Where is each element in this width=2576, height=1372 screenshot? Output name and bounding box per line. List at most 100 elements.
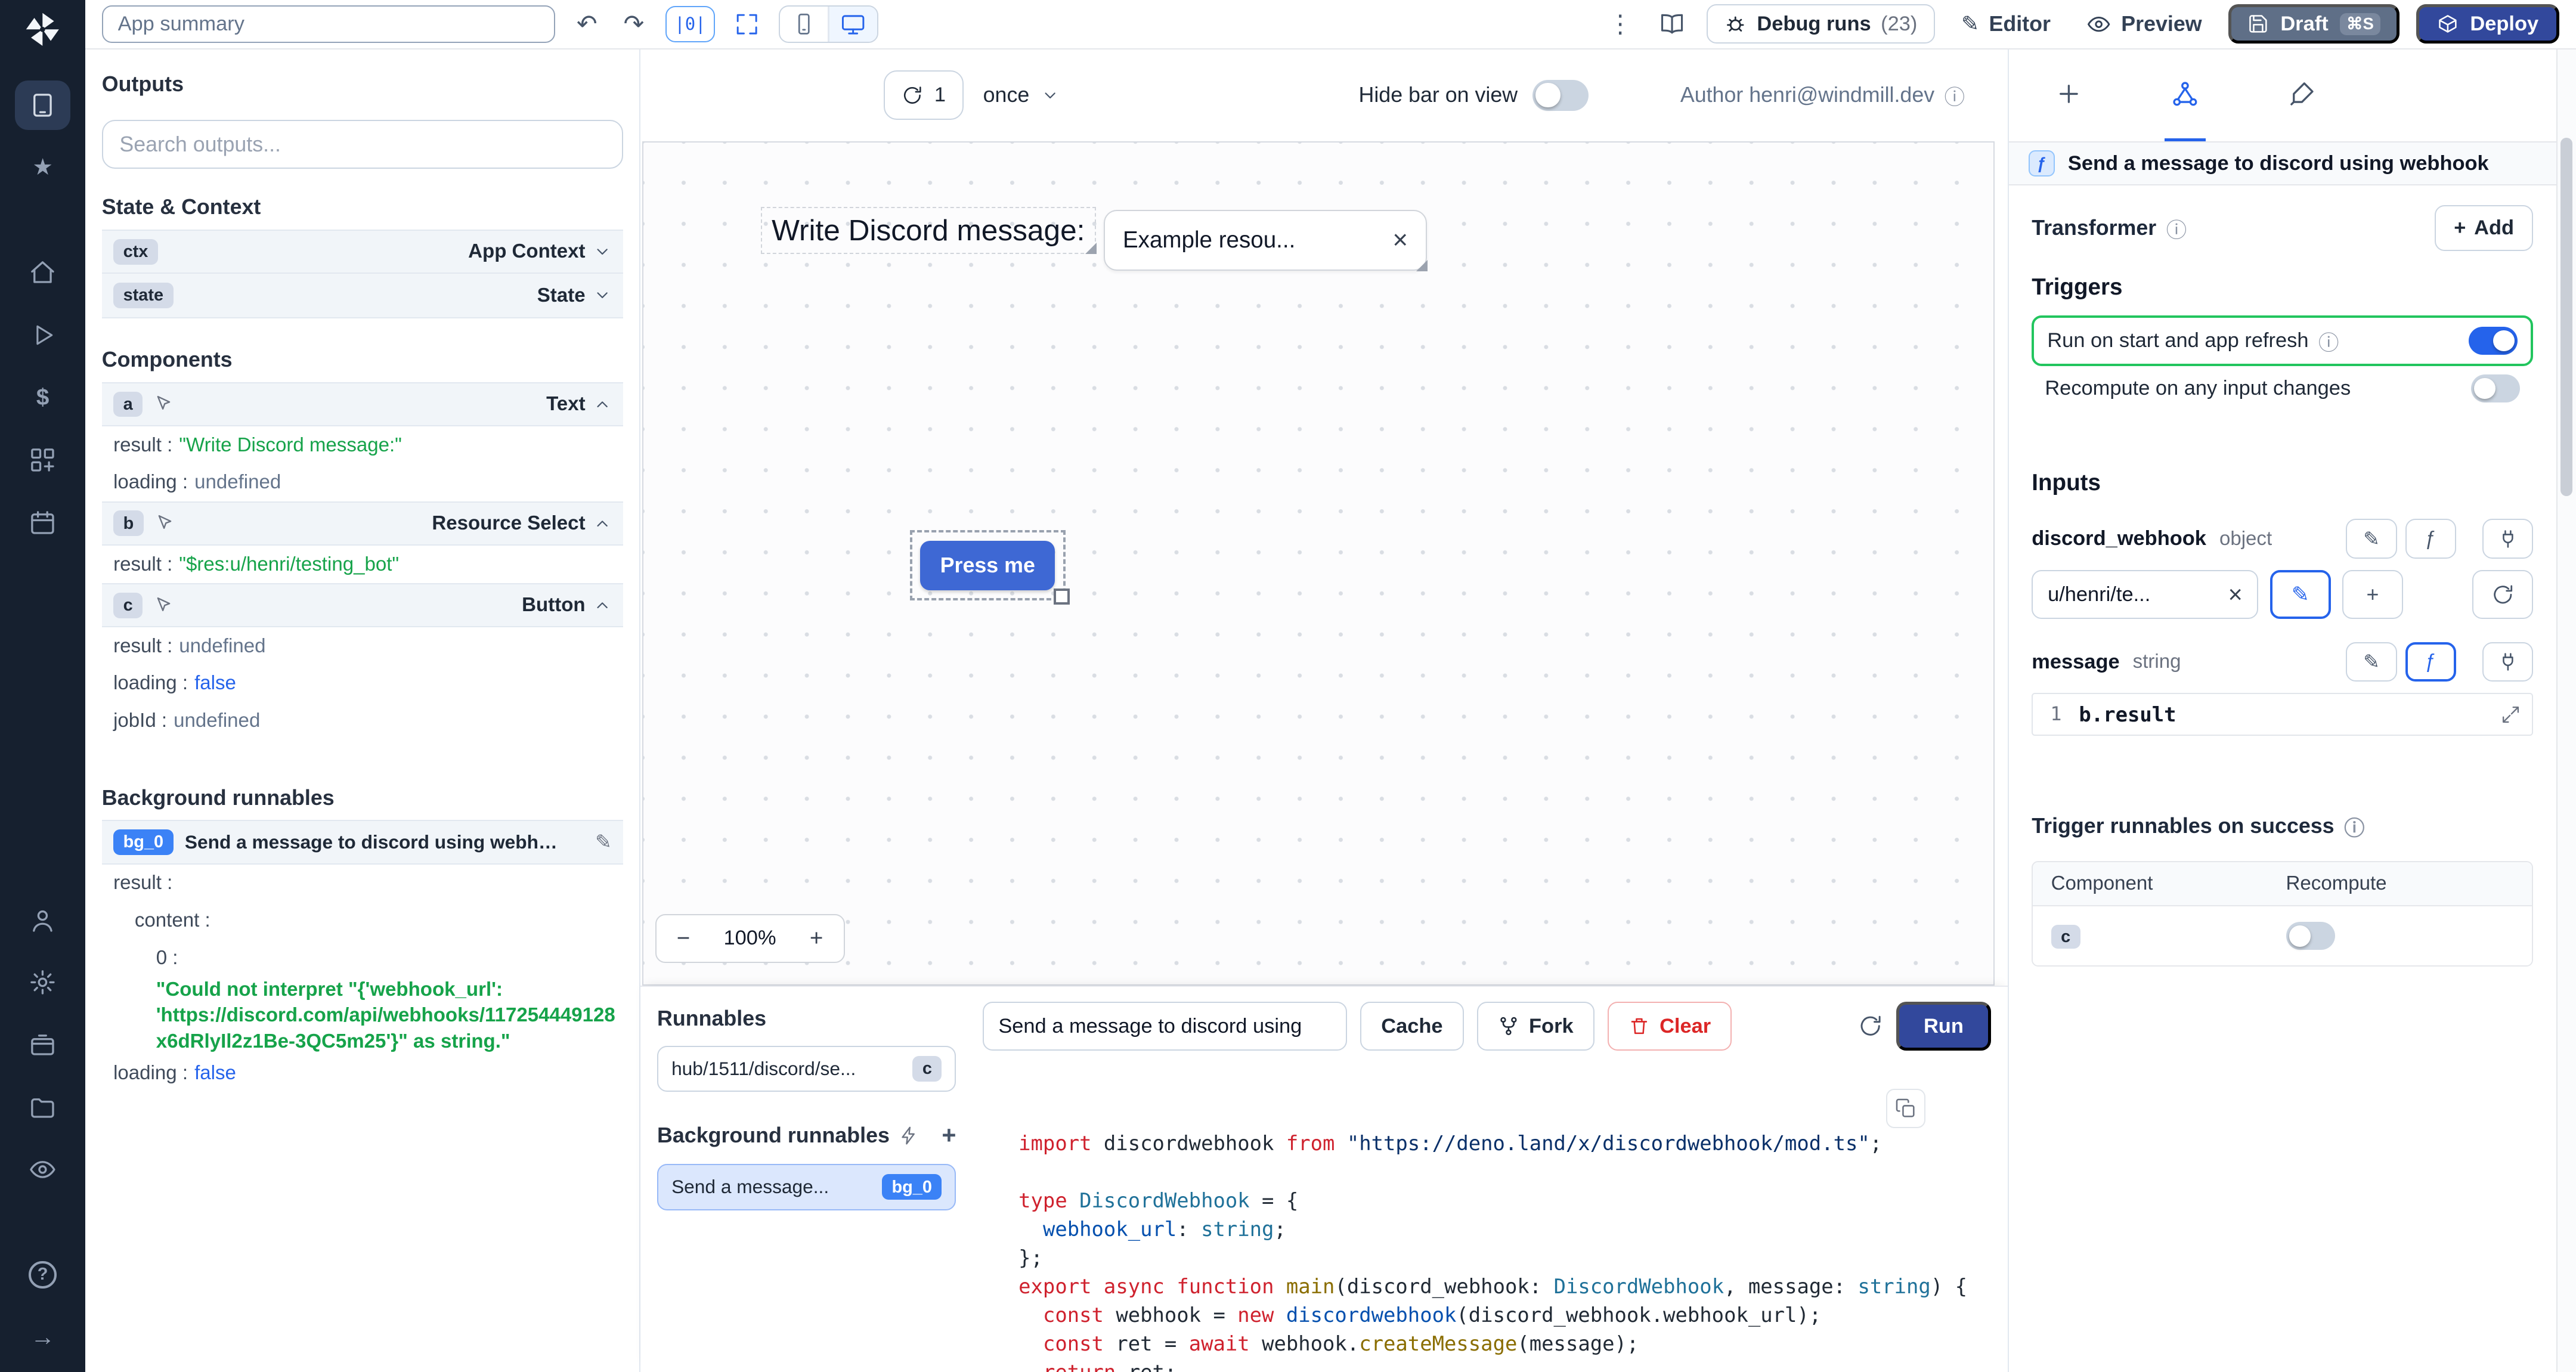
home-icon[interactable] <box>15 248 71 298</box>
resource-value-input[interactable]: u/henri/te... × <box>2032 569 2259 620</box>
component-b-row[interactable]: b Resource Select <box>101 501 623 546</box>
ctx-output-row[interactable]: ctx App Context <box>101 229 623 274</box>
state-context-title: State & Context <box>101 195 261 219</box>
static-edit-icon-button[interactable]: ✎ <box>2346 642 2397 682</box>
run-on-start-toggle[interactable] <box>2468 327 2518 355</box>
refresh-count-button[interactable]: 1 <box>884 70 964 120</box>
hide-bar-toggle[interactable] <box>1532 79 1589 111</box>
expression-icon-button[interactable]: ƒ <box>2405 519 2456 559</box>
static-edit-icon-button[interactable]: ✎ <box>2346 519 2397 559</box>
code-editor[interactable]: import discordwebhook from "https://deno… <box>1018 1072 1991 1371</box>
cache-button[interactable]: Cache <box>1360 1001 1464 1051</box>
scrollbar-thumb[interactable] <box>2560 138 2573 497</box>
mobile-view-icon[interactable] <box>780 7 828 42</box>
folders-icon[interactable] <box>15 1083 71 1132</box>
bg0-output-row[interactable]: bg_0 Send a message to discord using web… <box>101 820 623 865</box>
app-summary-input[interactable] <box>101 5 556 43</box>
message-expression-editor[interactable]: 1 b.result <box>2032 693 2534 736</box>
users-icon[interactable] <box>15 896 71 945</box>
code-editor-lines: import discordwebhook from "https://deno… <box>1018 1132 1967 1371</box>
workers-icon[interactable] <box>15 1020 71 1070</box>
fullscreen-icon[interactable] <box>731 12 762 36</box>
output-kv-row: result <box>102 865 623 902</box>
clear-button[interactable]: Clear <box>1607 1001 1732 1051</box>
settings-connect-tab[interactable] <box>2165 49 2206 141</box>
clear-resource-icon[interactable]: × <box>2228 581 2243 609</box>
pencil-icon: ✎ <box>1961 11 1979 36</box>
field-message: message string ✎ ƒ <box>2032 642 2534 682</box>
interval-dropdown[interactable]: once <box>983 83 1059 107</box>
text-component[interactable]: Write Discord message: <box>760 207 1097 255</box>
grid-alignment-icon[interactable]: |0| <box>665 6 715 42</box>
search-outputs-input[interactable] <box>101 119 623 169</box>
settings-gear-icon[interactable] <box>15 958 71 1007</box>
variables-icon[interactable]: $ <box>15 373 71 422</box>
refresh-resource-button[interactable] <box>2472 569 2534 620</box>
state-output-row[interactable]: state State <box>101 274 623 318</box>
preview-mode-button[interactable]: Preview <box>2077 12 2212 36</box>
expression-icon-button[interactable]: ƒ <box>2405 642 2456 682</box>
insert-component-tab[interactable] <box>2048 49 2089 141</box>
favorites-icon[interactable]: ★ <box>15 143 71 193</box>
resize-handle[interactable] <box>1416 259 1428 271</box>
docs-book-icon[interactable] <box>1654 11 1690 37</box>
desktop-view-icon[interactable] <box>829 6 877 42</box>
resource-select-component[interactable]: Example resou... × <box>1103 209 1428 271</box>
apps-nav-icon[interactable] <box>14 80 71 130</box>
component-c-row[interactable]: c Button <box>101 583 623 628</box>
device-toggle <box>779 5 878 43</box>
selected-component-outline[interactable]: Press me <box>909 530 1070 605</box>
deploy-button[interactable]: Deploy <box>2416 4 2560 44</box>
edit-pencil-icon[interactable]: ✎ <box>595 830 612 854</box>
runs-icon[interactable] <box>15 311 71 360</box>
connect-plug-icon-button[interactable] <box>2482 519 2534 559</box>
zoom-in-button[interactable]: + <box>789 925 844 952</box>
resources-icon[interactable] <box>15 435 71 485</box>
audit-logs-icon[interactable] <box>15 1145 71 1194</box>
recompute-toggle[interactable] <box>2470 374 2521 402</box>
recompute-c-toggle[interactable] <box>2286 922 2336 950</box>
run-button[interactable]: Run <box>1896 1001 1992 1051</box>
pick-resource-button[interactable]: ✎ <box>2270 569 2331 620</box>
editor-mode-button[interactable]: ✎ Editor <box>1951 12 2060 36</box>
outputs-panel: Outputs State & Context ctx App Context … <box>85 49 641 1372</box>
create-resource-button[interactable]: + <box>2342 569 2403 620</box>
collapse-sidebar-icon[interactable]: → <box>15 1312 71 1362</box>
runnable-name-input[interactable]: Send a message to discord using <box>982 1001 1348 1051</box>
runner-toolbar: Send a message to discord using Cache Fo… <box>982 1001 1992 1051</box>
connect-plug-icon-button[interactable] <box>2482 642 2534 682</box>
app-canvas[interactable]: Write Discord message: Example resou... … <box>642 141 1995 986</box>
run-on-start-row: Run on start and app refresh ⓘ <box>2032 315 2534 367</box>
bug-icon <box>1727 16 1744 32</box>
output-kv-row: jobIdundefined <box>102 702 623 740</box>
copy-code-icon[interactable] <box>1885 1088 1925 1128</box>
more-menu-icon[interactable]: ⋮ <box>1603 10 1637 38</box>
output-value: false <box>194 1061 236 1084</box>
component-a-row[interactable]: a Text <box>101 382 623 427</box>
plus-icon <box>2059 84 2078 103</box>
chevron-down-icon <box>1045 92 1055 98</box>
add-background-runnable-button[interactable]: + <box>942 1122 956 1150</box>
clear-selection-icon[interactable]: × <box>1392 225 1408 255</box>
help-icon[interactable]: ? <box>15 1250 71 1300</box>
debug-runs-button[interactable]: Debug runs (23) <box>1706 4 1935 44</box>
schedules-icon[interactable] <box>15 498 71 547</box>
runnable-item-hub[interactable]: hub/1511/discord/se... c <box>657 1045 956 1092</box>
styling-tab[interactable] <box>2281 49 2323 141</box>
zoom-out-button[interactable]: − <box>657 925 711 952</box>
runnable-item-bg0[interactable]: Send a message... bg_0 <box>657 1164 956 1210</box>
resize-handle[interactable] <box>1085 243 1097 255</box>
info-icon: ⓘ <box>2166 219 2187 242</box>
output-value: false <box>194 672 236 695</box>
draft-button[interactable]: Draft ⌘S <box>2228 4 2400 44</box>
output-value: undefined <box>194 471 281 494</box>
fork-button[interactable]: Fork <box>1476 1001 1594 1051</box>
expand-editor-icon[interactable] <box>2501 705 2521 724</box>
button-component[interactable]: Press me <box>920 540 1055 590</box>
output-kv-row: 0 <box>102 939 623 977</box>
redo-icon[interactable]: ↷ <box>618 10 649 38</box>
undo-icon[interactable]: ↶ <box>572 10 602 38</box>
add-transformer-button[interactable]: + Add <box>2434 205 2534 252</box>
field-discord-webhook: discord_webhook object ✎ ƒ <box>2032 519 2534 559</box>
reload-script-icon[interactable] <box>1858 1014 1883 1038</box>
